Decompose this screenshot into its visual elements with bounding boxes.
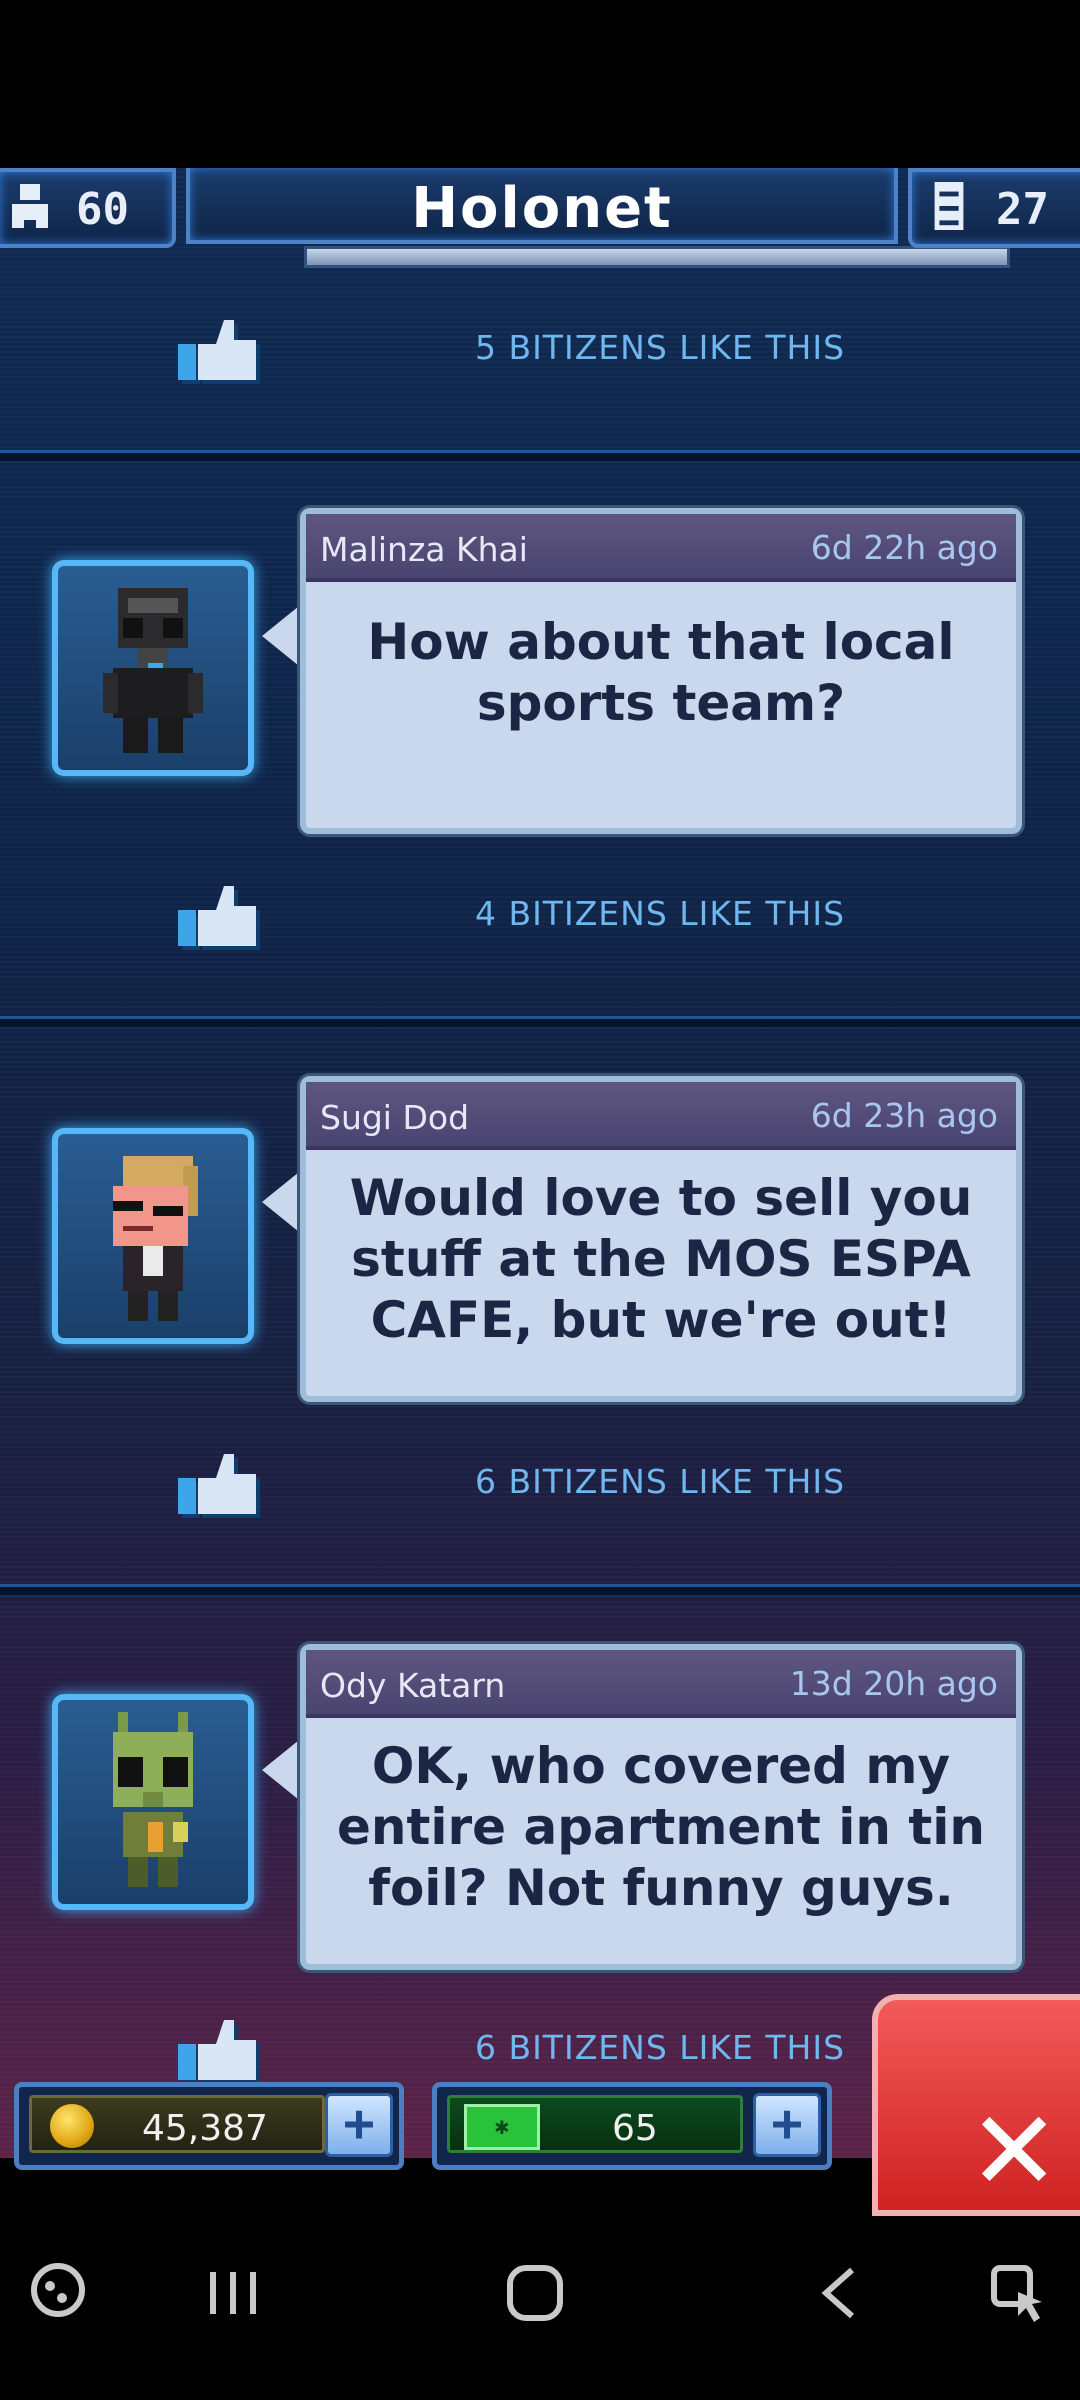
bux-icon: ✱ <box>464 2104 540 2150</box>
bux-panel: ✱ 65 + <box>432 2082 832 2170</box>
coins-panel: 45,387 + <box>14 2082 404 2170</box>
floor-count: 27 <box>996 184 1049 235</box>
post-message: Would love to sell you stuff at the MOS … <box>349 1169 973 1349</box>
bubble-tail <box>262 602 304 670</box>
thumbs-up-icon[interactable] <box>176 884 262 954</box>
coins-display: 45,387 <box>29 2095 325 2153</box>
close-button[interactable]: ✕ <box>872 1994 1080 2216</box>
page-title: Holonet <box>411 176 673 241</box>
home-icon[interactable] <box>506 2264 564 2322</box>
back-icon[interactable] <box>818 2266 860 2320</box>
post-header: Sugi Dod 6d 23h ago <box>306 1082 1016 1150</box>
bux-display: ✱ 65 <box>447 2095 743 2153</box>
post-bubble: Ody Katarn 13d 20h ago OK, who covered m… <box>300 1644 1022 1970</box>
add-bux-button[interactable]: + <box>753 2093 821 2157</box>
close-icon: ✕ <box>968 2087 1061 2215</box>
title-plate: Holonet <box>186 168 898 244</box>
person-icon <box>12 184 48 228</box>
divider <box>0 1584 1080 1597</box>
like-count: 4 BITIZENS LIKE THIS <box>474 894 846 933</box>
post-author[interactable]: Ody Katarn <box>320 1666 505 1705</box>
status-bar <box>0 0 1080 168</box>
floor-counter[interactable]: 27 <box>908 168 1080 248</box>
bitizen-icon <box>113 1156 198 1321</box>
like-row[interactable]: 4 BITIZENS LIKE THIS <box>0 876 1080 956</box>
population-count: 60 <box>76 184 129 235</box>
post-message: OK, who covered my entire apartment in t… <box>336 1737 986 1917</box>
currency-bar: 45,387 + ✱ 65 + ✕ <box>0 1994 1080 2216</box>
post-bubble: Malinza Khai 6d 22h ago How about that l… <box>300 508 1022 834</box>
bubble-tail <box>262 1736 304 1804</box>
game-launcher-icon[interactable] <box>30 2262 86 2318</box>
post-header: Malinza Khai 6d 22h ago <box>306 514 1016 582</box>
recent-apps-icon[interactable] <box>206 2268 260 2318</box>
bubble-tail <box>262 1168 304 1236</box>
holonet-header: 60 Holonet 27 <box>0 168 1080 248</box>
post-bubble: Sugi Dod 6d 23h ago Would love to sell y… <box>300 1076 1022 1402</box>
rodian-avatar[interactable] <box>52 1694 254 1910</box>
post-author[interactable]: Malinza Khai <box>320 530 528 569</box>
thumbs-up-icon[interactable] <box>176 318 262 388</box>
post-header: Ody Katarn 13d 20h ago <box>306 1650 1016 1718</box>
coins-value: 45,387 <box>142 2108 268 2149</box>
thumbs-up-icon[interactable] <box>176 1452 262 1522</box>
post-time: 6d 22h ago <box>810 528 998 567</box>
title-underbar <box>304 246 1010 268</box>
tie-pilot-icon <box>103 588 203 753</box>
divider <box>0 450 1080 463</box>
tower-icon <box>934 182 964 230</box>
post-time: 13d 20h ago <box>789 1664 998 1703</box>
rodian-icon <box>113 1712 193 1887</box>
post-author[interactable]: Sugi Dod <box>320 1098 469 1137</box>
post-time: 6d 23h ago <box>810 1096 998 1135</box>
like-count: 6 BITIZENS LIKE THIS <box>474 2028 846 2067</box>
like-row[interactable]: 5 BITIZENS LIKE THIS <box>0 310 1080 390</box>
bux-value: 65 <box>612 2108 658 2149</box>
add-coins-button[interactable]: + <box>325 2093 393 2157</box>
population-counter[interactable]: 60 <box>0 168 176 248</box>
like-count: 6 BITIZENS LIKE THIS <box>474 1462 846 1501</box>
coin-icon <box>50 2104 94 2148</box>
keyboard-toggle-icon[interactable] <box>990 2264 1046 2326</box>
tie-pilot-avatar[interactable] <box>52 560 254 776</box>
divider <box>0 1016 1080 1029</box>
post-message: How about that local sports team? <box>367 613 955 732</box>
holonet-feed[interactable]: 5 BITIZENS LIKE THIS Malinza Khai 6d 22h… <box>0 168 1080 2158</box>
like-count: 5 BITIZENS LIKE THIS <box>474 328 846 367</box>
blonde-bitizen-avatar[interactable] <box>52 1128 254 1344</box>
like-row[interactable]: 6 BITIZENS LIKE THIS <box>0 1444 1080 1524</box>
